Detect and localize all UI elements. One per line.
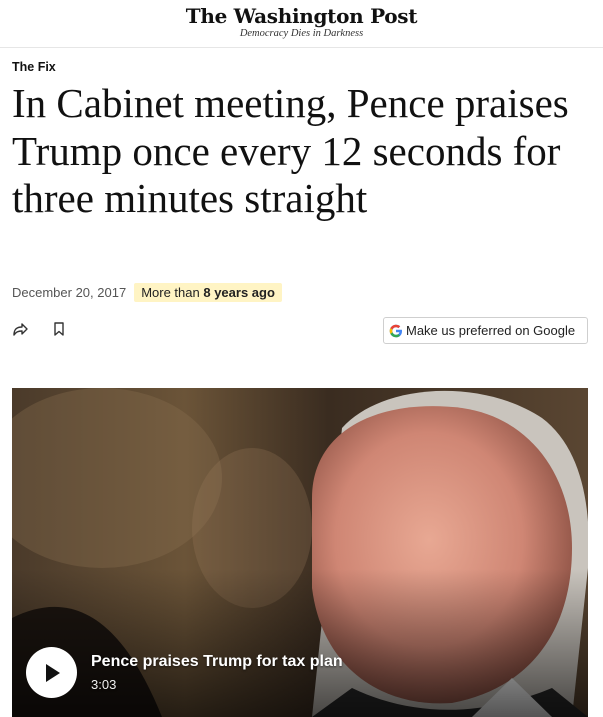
- play-button[interactable]: [26, 647, 77, 698]
- washington-post-logo[interactable]: The Washington Post: [0, 4, 603, 28]
- article-headline: In Cabinet meeting, Pence praises Trump …: [12, 80, 569, 221]
- masthead: The Washington Post Democracy Dies in Da…: [0, 0, 603, 48]
- bookmark-icon[interactable]: [51, 320, 67, 338]
- video-title[interactable]: Pence praises Trump for tax plan: [91, 653, 343, 671]
- preferred-on-google-button[interactable]: Make us preferred on Google: [383, 317, 588, 344]
- video-player[interactable]: Pence praises Trump for tax plan 3:03: [12, 388, 588, 717]
- age-prefix: More than: [141, 284, 200, 300]
- preferred-label: Make us preferred on Google: [406, 323, 576, 338]
- article-age-badge: More than 8 years ago: [134, 282, 282, 302]
- video-duration: 3:03: [91, 677, 117, 692]
- publish-date: December 20, 2017: [12, 284, 127, 300]
- tagline: Democracy Dies in Darkness: [239, 28, 364, 39]
- age-value: 8 years ago: [203, 284, 275, 300]
- play-icon: [45, 663, 60, 682]
- share-icon[interactable]: [11, 320, 29, 338]
- google-g-icon: [389, 324, 402, 337]
- dateline: December 20, 2017 More than 8 years ago: [12, 281, 282, 303]
- section-kicker[interactable]: The Fix: [12, 60, 56, 74]
